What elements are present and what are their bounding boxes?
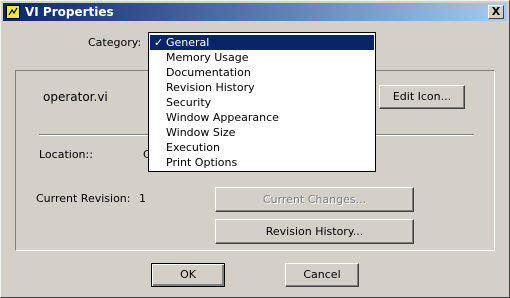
option-label: Print Options — [166, 156, 238, 169]
category-option-execution[interactable]: Execution — [150, 140, 374, 155]
option-label: Execution — [166, 141, 220, 154]
option-label: Security — [166, 96, 212, 109]
option-label: Documentation — [166, 66, 251, 79]
checkmark-icon: ✓ — [154, 36, 164, 49]
edit-icon-button[interactable]: Edit Icon... — [379, 85, 465, 109]
revision-history-button[interactable]: Revision History... — [215, 219, 414, 244]
category-option-window-appearance[interactable]: Window Appearance — [150, 110, 374, 125]
option-label: General — [166, 36, 210, 49]
window-title: VI Properties — [25, 5, 114, 19]
current-revision-value: 1 — [139, 192, 146, 205]
option-label: Revision History — [166, 81, 255, 94]
current-revision-label: Current Revision: — [36, 192, 131, 205]
title-bar: VI Properties X — [3, 3, 507, 21]
vi-properties-dialog: VI Properties X Category: operator.vi Ed… — [0, 0, 510, 298]
cancel-button[interactable]: Cancel — [285, 263, 359, 287]
category-option-window-size[interactable]: Window Size — [150, 125, 374, 140]
category-option-documentation[interactable]: Documentation — [150, 65, 374, 80]
category-option-security[interactable]: Security — [150, 95, 374, 110]
option-label: Window Size — [166, 126, 236, 139]
close-icon[interactable]: X — [488, 5, 504, 19]
category-option-revision-history[interactable]: Revision History — [150, 80, 374, 95]
current-changes-button[interactable]: Current Changes... — [215, 187, 414, 212]
category-option-print-options[interactable]: Print Options — [150, 155, 374, 170]
ok-button[interactable]: OK — [151, 263, 225, 287]
category-option-general[interactable]: ✓ General — [150, 35, 374, 50]
category-label: Category: — [88, 36, 142, 49]
option-label: Window Appearance — [166, 111, 279, 124]
category-option-memory-usage[interactable]: Memory Usage — [150, 50, 374, 65]
location-label: Location:: — [39, 148, 93, 161]
category-dropdown-list[interactable]: ✓ General Memory Usage Documentation Revisio… — [148, 32, 376, 172]
option-label: Memory Usage — [166, 51, 249, 64]
vi-name: operator.vi — [43, 90, 108, 104]
labview-icon — [6, 5, 20, 19]
